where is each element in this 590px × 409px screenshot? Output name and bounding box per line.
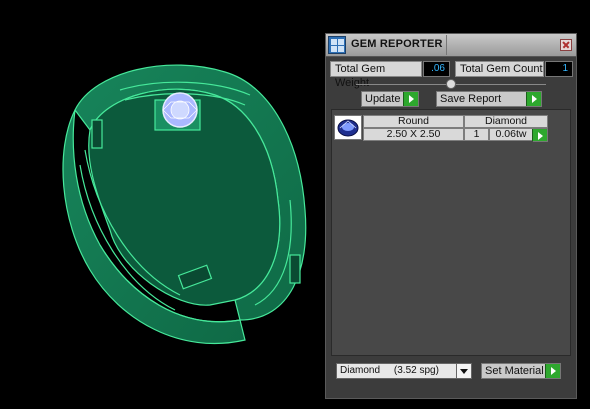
total-gem-weight-value: .06 [423, 61, 450, 77]
update-button[interactable]: Update [361, 91, 419, 107]
gem-size: 2.50 X 2.50 [363, 128, 464, 141]
play-arrow-icon [532, 129, 547, 141]
gem-count: 1 [464, 128, 489, 141]
total-gem-count-label: Total Gem Count [455, 61, 544, 77]
title-bar[interactable]: GEM REPORTER [326, 34, 576, 57]
gem-row-go-button[interactable] [532, 128, 548, 142]
title-divider [446, 35, 447, 55]
play-arrow-icon [545, 364, 560, 378]
set-material-button[interactable]: Set Material [481, 363, 561, 379]
gem-reporter-panel: GEM REPORTER Total Gem Weight .06 Total … [325, 33, 577, 399]
play-arrow-icon [403, 92, 418, 106]
splitter-handle[interactable] [446, 79, 456, 89]
material-dropdown[interactable]: Diamond (3.52 spg) [336, 363, 472, 379]
gem-list[interactable]: Round Diamond 2.50 X 2.50 1 0.06tw [331, 109, 571, 356]
ring-model [62, 64, 307, 345]
total-gem-weight-label: Total Gem Weight [330, 61, 422, 89]
chevron-down-icon[interactable] [456, 364, 471, 378]
material-selected-value: Diamond (3.52 spg) [340, 365, 439, 376]
close-icon[interactable] [560, 39, 572, 51]
save-report-label: Save Report [440, 93, 502, 105]
shape-header: Round [363, 115, 464, 128]
window-title: GEM REPORTER [351, 38, 443, 50]
total-gem-count-value: 1 [545, 61, 573, 77]
gem-weight: 0.06tw [489, 128, 533, 141]
play-arrow-icon [526, 92, 541, 106]
round-gem-icon[interactable] [334, 115, 362, 140]
update-label: Update [365, 93, 401, 105]
material-header: Diamond [464, 115, 548, 128]
set-material-label: Set Material [485, 365, 544, 377]
save-report-button[interactable]: Save Report [436, 91, 542, 107]
app-icon [328, 36, 346, 54]
3d-viewport[interactable] [0, 0, 325, 409]
